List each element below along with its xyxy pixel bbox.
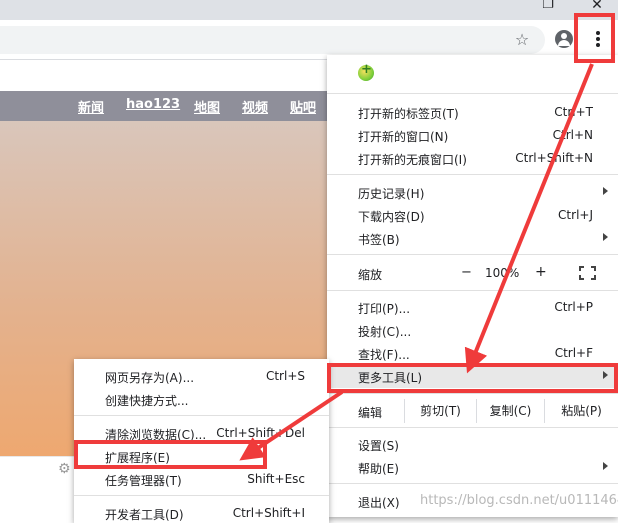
arrow-to-more-tools [464,63,594,374]
annotation-arrows [239,63,594,461]
arrow-to-extensions [239,390,344,461]
